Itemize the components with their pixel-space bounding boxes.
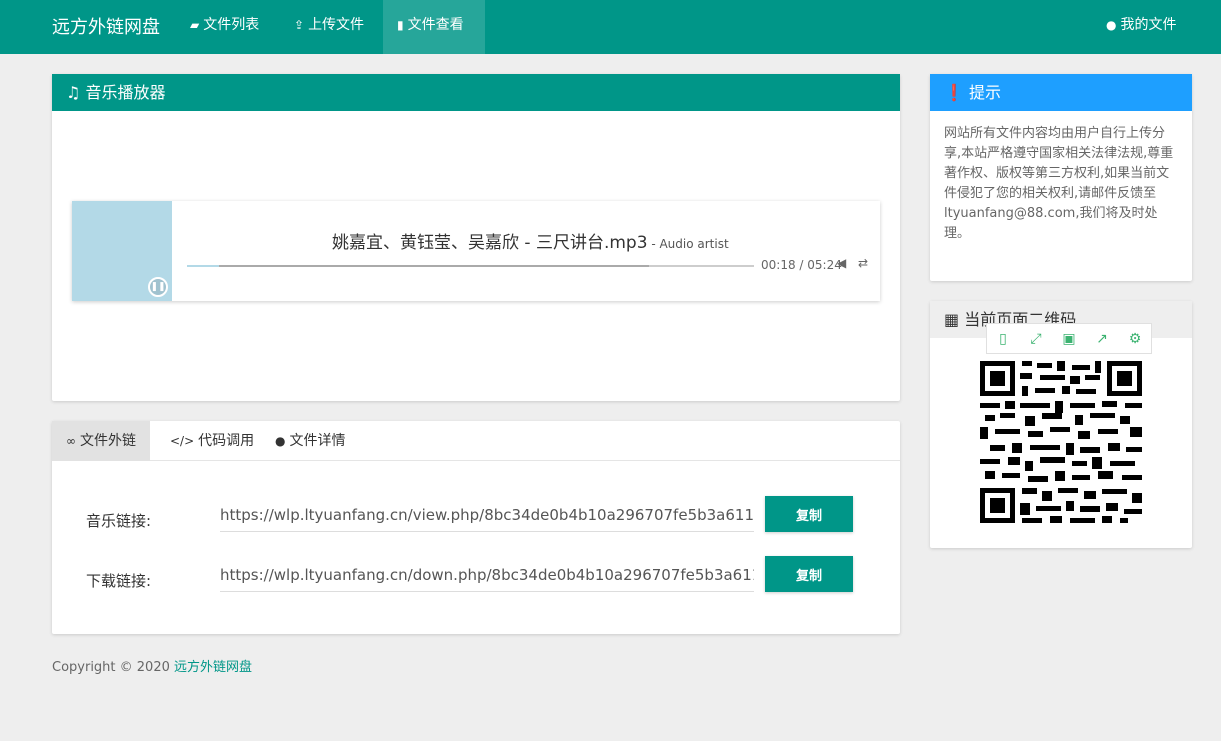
notice-header: ❗ 提示 [930, 74, 1192, 111]
copyright-text: Copyright © 2020 [52, 660, 170, 675]
links-card: ∞ 文件外链 </>代码调用 ●文件详情 音乐链接: 复制 下载链接: 复制 [52, 421, 900, 634]
nav-upload-label: 上传文件 [308, 17, 365, 33]
music-link-label: 音乐链接: [86, 512, 152, 530]
file-icon: ▮ [397, 18, 404, 32]
download-link-label: 下载链接: [86, 572, 152, 590]
music-player-card: ♫ 音乐播放器 ❚❚ 姚嘉宜、黄钰莹、吴嘉欣 - 三尺讲台.mp3 - Audi… [52, 74, 900, 401]
link-icon: ∞ [66, 434, 76, 448]
progress-bar[interactable] [187, 265, 754, 267]
user-icon: ● [1106, 18, 1117, 32]
qr-toolbar: ▯ ⤢ ▣ ↗ ⚙ [986, 323, 1152, 354]
song-artist: - Audio artist [647, 237, 729, 251]
qr-card: ▦ 当前页面二维码 ▯ ⤢ ▣ ↗ ⚙ [930, 301, 1192, 548]
nav-file-list[interactable]: ▰ 文件列表 [180, 0, 269, 54]
qrcode-icon: ▦ [944, 310, 960, 329]
upload-icon: ⇪ [294, 18, 305, 32]
music-player-title: 音乐播放器 [85, 83, 166, 102]
time-display: 00:18 / 05:24 [761, 258, 842, 272]
pause-icon[interactable]: ❚❚ [148, 277, 168, 297]
tab-code-embed[interactable]: </> 代码调用 [156, 421, 268, 461]
nav-my-files-label: 我的文件 [1120, 17, 1177, 33]
code-icon: </> [170, 434, 195, 448]
top-navbar: 远方外链网盘 ▰ 文件列表 ⇪ 上传文件 ▮ 文件查看 ● 我的文件 [0, 0, 1221, 54]
link-tabs: ∞ 文件外链 </> 代码调用 ● 文件详情 [52, 421, 900, 461]
music-note-icon: ♫ [66, 83, 81, 102]
notice-card: ❗ 提示 网站所有文件内容均由用户自行上传分享,本站严格遵守国家相关法律法规,尊… [930, 74, 1192, 281]
folder-open-icon: ▰ [190, 18, 200, 32]
notice-title: 提示 [969, 83, 1002, 102]
song-title: 姚嘉宜、黄钰莹、吴嘉欣 - 三尺讲台.mp3 [332, 233, 648, 253]
site-brand[interactable]: 远方外链网盘 [52, 13, 160, 39]
album-cover: ❚❚ [72, 201, 172, 301]
alert-icon: ❗ [944, 83, 964, 102]
loop-icon[interactable]: ⇄ [858, 256, 868, 270]
nav-upload[interactable]: ⇪ 上传文件 [284, 0, 374, 54]
song-title-line: 姚嘉宜、黄钰莹、吴嘉欣 - 三尺讲台.mp3 - Audio artist [332, 228, 729, 253]
progress-played [187, 265, 220, 267]
notice-text: 网站所有文件内容均由用户自行上传分享,本站严格遵守国家相关法律法规,尊重著作权、… [944, 126, 1174, 241]
nav-file-view-label: 文件查看 [407, 17, 464, 33]
settings-icon[interactable]: ⚙ [1124, 328, 1146, 350]
share-icon[interactable]: ↗ [1091, 328, 1113, 350]
qr-code-image [980, 361, 1142, 523]
mobile-icon[interactable]: ▯ [992, 328, 1014, 350]
info-icon: ● [275, 434, 286, 448]
tab-file-details-label: 文件详情 [289, 433, 346, 449]
audio-player: ❚❚ 姚嘉宜、黄钰莹、吴嘉欣 - 三尺讲台.mp3 - Audio artist… [72, 201, 880, 301]
music-player-header: ♫ 音乐播放器 [52, 74, 900, 111]
volume-icon[interactable]: ◀ [837, 256, 846, 270]
footer: Copyright © 2020 远方外链网盘 [52, 656, 252, 675]
download-link-field[interactable] [220, 558, 754, 592]
tab-file-links-label: 文件外链 [80, 433, 136, 449]
copy-download-link-button[interactable]: 复制 [765, 556, 853, 592]
nav-my-files[interactable]: ● 我的文件 [1096, 0, 1186, 54]
fullscreen-icon[interactable]: ⤢ [1025, 328, 1047, 350]
footer-site-link[interactable]: 远方外链网盘 [174, 660, 252, 675]
tab-code-embed-label: 代码调用 [198, 433, 255, 449]
nav-file-view[interactable]: ▮ 文件查看 [383, 0, 485, 54]
progress-loaded [187, 265, 650, 267]
copy-music-link-button[interactable]: 复制 [765, 496, 853, 532]
nav-file-list-label: 文件列表 [203, 17, 260, 33]
tab-file-links[interactable]: ∞ 文件外链 [52, 421, 150, 461]
tab-file-details[interactable]: ● 文件详情 [261, 421, 359, 461]
save-icon[interactable]: ▣ [1058, 328, 1080, 350]
music-link-field[interactable] [220, 498, 754, 532]
